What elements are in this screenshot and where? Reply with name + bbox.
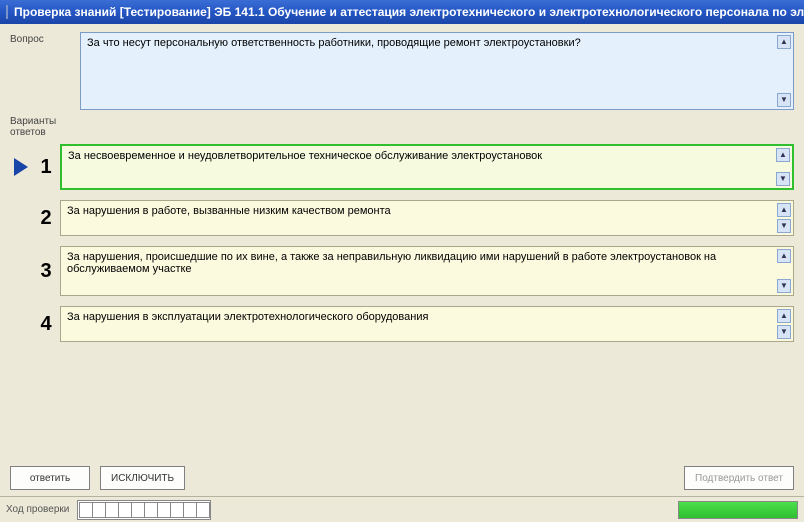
question-label: Вопрос xyxy=(10,32,80,45)
accept-button[interactable]: ответить xyxy=(10,466,90,490)
window-title: Проверка знаний [Тестирование] ЭБ 141.1 … xyxy=(14,5,804,19)
scroll-down-icon[interactable]: ▼ xyxy=(777,279,791,293)
scroll-down-icon[interactable]: ▼ xyxy=(777,325,791,339)
answer-text: За нарушения, происшедшие по их вине, а … xyxy=(67,251,716,275)
status-bar: Ход проверки xyxy=(0,496,804,522)
scroll-down-icon[interactable]: ▼ xyxy=(777,219,791,233)
progress-cell xyxy=(157,502,171,518)
app-icon xyxy=(6,5,8,19)
question-text-box: За что несут персональную ответственност… xyxy=(80,32,794,110)
answer-option-2[interactable]: За нарушения в работе, вызванные низким … xyxy=(60,200,794,236)
progress-cell xyxy=(183,502,197,518)
answer-row: 1 За несвоевременное и неудовлетворитель… xyxy=(10,144,794,190)
current-answer-arrow-icon xyxy=(14,158,28,176)
confirm-button[interactable]: Подтвердить ответ xyxy=(684,466,794,490)
answer-number: 2 xyxy=(32,207,60,230)
skip-button[interactable]: ИСКЛЮЧИТЬ xyxy=(100,466,185,490)
progress-cell xyxy=(131,502,145,518)
button-bar: ответить ИСКЛЮЧИТЬ Подтвердить ответ xyxy=(10,466,794,490)
answer-row: 4 За нарушения в эксплуатации электротех… xyxy=(10,306,794,342)
progress-cell xyxy=(118,502,132,518)
answer-text: За несвоевременное и неудовлетворительно… xyxy=(68,150,542,162)
progress-boxes xyxy=(77,500,211,520)
answer-option-3[interactable]: За нарушения, происшедшие по их вине, а … xyxy=(60,246,794,296)
scroll-up-icon[interactable]: ▲ xyxy=(777,203,791,217)
client-area: Вопрос За что несут персональную ответст… xyxy=(0,24,804,522)
progress-cell xyxy=(170,502,184,518)
timer-bar xyxy=(678,501,798,519)
scroll-up-icon[interactable]: ▲ xyxy=(777,35,791,49)
scroll-up-icon[interactable]: ▲ xyxy=(777,249,791,263)
question-text: За что несут персональную ответственност… xyxy=(87,37,581,49)
answer-row: 3 За нарушения, происшедшие по их вине, … xyxy=(10,246,794,296)
scroll-up-icon[interactable]: ▲ xyxy=(776,148,790,162)
progress-cell xyxy=(79,502,93,518)
answer-option-1[interactable]: За несвоевременное и неудовлетворительно… xyxy=(60,144,794,190)
answer-number: 1 xyxy=(32,156,60,179)
scroll-down-icon[interactable]: ▼ xyxy=(776,172,790,186)
answers-label: Варианты ответов xyxy=(10,116,80,138)
progress-cell xyxy=(144,502,158,518)
answer-text: За нарушения в эксплуатации электротехно… xyxy=(67,311,428,323)
answer-text: За нарушения в работе, вызванные низким … xyxy=(67,205,391,217)
progress-cell xyxy=(105,502,119,518)
progress-cell xyxy=(92,502,106,518)
scroll-down-icon[interactable]: ▼ xyxy=(777,93,791,107)
answers-area: 1 За несвоевременное и неудовлетворитель… xyxy=(10,144,794,342)
scroll-up-icon[interactable]: ▲ xyxy=(777,309,791,323)
answer-option-4[interactable]: За нарушения в эксплуатации электротехно… xyxy=(60,306,794,342)
answer-number: 3 xyxy=(32,260,60,283)
answer-row: 2 За нарушения в работе, вызванные низки… xyxy=(10,200,794,236)
progress-cell xyxy=(196,502,210,518)
progress-label: Ход проверки xyxy=(6,504,69,515)
window-titlebar: Проверка знаний [Тестирование] ЭБ 141.1 … xyxy=(0,0,804,24)
answer-number: 4 xyxy=(32,313,60,336)
